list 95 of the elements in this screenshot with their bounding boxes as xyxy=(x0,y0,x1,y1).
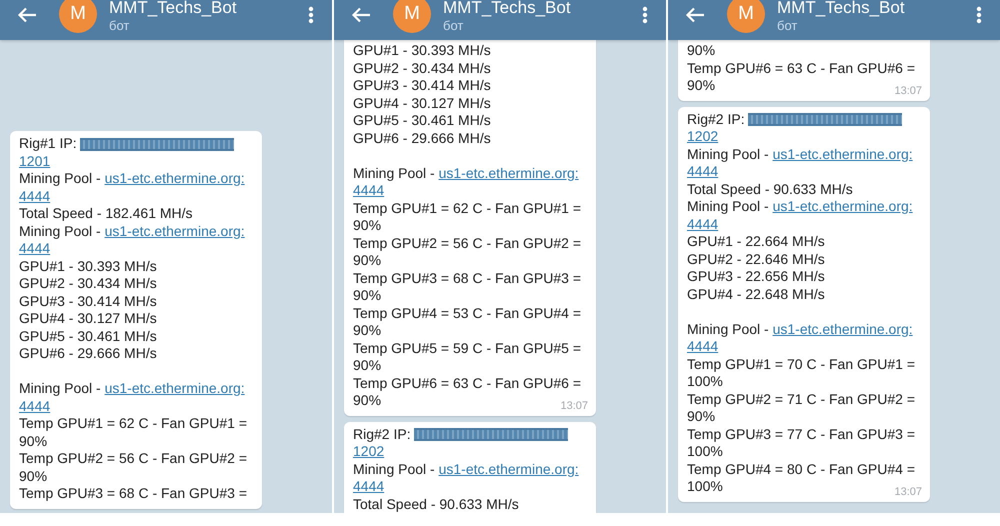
message-line: GPU#3 - 30.414 MH/s xyxy=(353,77,491,94)
message-line: 90% xyxy=(353,392,382,410)
message-line: GPU#2 - 22.646 MH/s xyxy=(687,250,825,268)
chat-title: MMT_Techs_Bot xyxy=(777,0,906,16)
message-line: Temp GPU#2 = 56 C - Fan GPU#2 = xyxy=(19,450,247,468)
message-line: Temp GPU#6 = 63 C - Fan GPU#6 = xyxy=(687,60,915,77)
message-line: 100% xyxy=(687,478,723,496)
chat-title: MMT_Techs_Bot xyxy=(443,0,572,16)
link[interactable]: us1-etc.ethermine.org: xyxy=(772,198,913,214)
message-line: Temp GPU#4 = 53 C - Fan GPU#4 = xyxy=(353,304,581,322)
message-line: 90% xyxy=(19,468,48,485)
message-line: 90% xyxy=(353,287,382,304)
message-line: 90% xyxy=(353,252,382,270)
message-line: 90% xyxy=(19,432,48,450)
link[interactable]: 1202 xyxy=(353,443,384,459)
message-line: GPU#1 - 30.393 MH/s xyxy=(19,258,157,275)
link[interactable]: us1-etc.ethermine.org: xyxy=(772,320,913,336)
message-line: 90% xyxy=(353,322,382,340)
message-line: Mining Pool - us1-etc.ethermine.org: xyxy=(19,380,245,398)
message-line: Temp GPU#4 = 80 C - Fan GPU#4 = xyxy=(687,460,915,478)
message-line: Temp GPU#3 = 68 C - Fan GPU#3 = xyxy=(19,485,247,502)
message-line: Mining Pool - us1-etc.ethermine.org: xyxy=(353,164,579,182)
avatar[interactable]: M xyxy=(59,0,97,33)
message-line: GPU#4 - 30.127 MH/s xyxy=(19,310,157,328)
link[interactable]: 4444 xyxy=(353,182,384,198)
message-line: Temp GPU#3 = 68 C - Fan GPU#3 = xyxy=(353,270,581,287)
message-line: GPU#5 - 30.461 MH/s xyxy=(19,328,157,345)
link[interactable]: 1202 xyxy=(687,128,718,144)
message-time: 13:07 xyxy=(560,400,588,412)
message-line: GPU#4 - 22.648 MH/s xyxy=(687,286,825,303)
message-time: 13:07 xyxy=(894,84,922,96)
message-line: Total Speed - 90.633 MH/s xyxy=(353,496,519,513)
message-line: Temp GPU#1 = 62 C - Fan GPU#1 = xyxy=(353,200,581,217)
message-line: GPU#3 - 30.414 MH/s xyxy=(19,292,157,310)
link[interactable]: us1-etc.ethermine.org: xyxy=(104,170,245,186)
chat-title: MMT_Techs_Bot xyxy=(109,0,238,16)
message-line: Mining Pool - us1-etc.ethermine.org: xyxy=(19,170,245,188)
message-line: Mining Pool - us1-etc.ethermine.org: xyxy=(687,198,913,216)
message-line: Temp GPU#2 = 71 C - Fan GPU#2 = xyxy=(687,390,915,408)
message-line: 90% xyxy=(353,357,382,374)
link[interactable]: 4444 xyxy=(19,240,50,256)
message-line: GPU#6 - 29.666 MH/s xyxy=(19,345,157,362)
message-line: Mining Pool - us1-etc.ethermine.org: xyxy=(353,460,579,478)
message-line: 90% xyxy=(687,42,716,60)
link[interactable]: 4444 xyxy=(19,398,50,414)
message-line: GPU#1 - 30.393 MH/s xyxy=(353,42,491,60)
message-line: GPU#6 - 29.666 MH/s xyxy=(353,130,491,147)
message-line: Temp GPU#1 = 70 C - Fan GPU#1 = xyxy=(687,356,915,373)
link[interactable]: us1-etc.ethermine.org: xyxy=(104,222,245,238)
message-line: GPU#2 - 30.434 MH/s xyxy=(19,275,157,292)
link[interactable]: 4444 xyxy=(687,216,718,232)
link[interactable]: 4444 xyxy=(19,188,50,204)
chat-subtitle: бот xyxy=(443,18,464,33)
link[interactable]: 4444 xyxy=(687,163,718,179)
back-icon[interactable] xyxy=(351,7,371,23)
link[interactable]: us1-etc.ethermine.org: xyxy=(772,146,913,162)
menu-icon[interactable] xyxy=(976,6,982,24)
message-line: Temp GPU#2 = 56 C - Fan GPU#2 = xyxy=(353,234,581,252)
avatar[interactable]: M xyxy=(393,0,431,33)
back-icon[interactable] xyxy=(17,7,37,23)
message-line: GPU#3 - 22.656 MH/s xyxy=(687,268,825,286)
message-line: Total Speed - 182.461 MH/s xyxy=(19,205,193,222)
message-line: Mining Pool - us1-etc.ethermine.org: xyxy=(19,222,245,240)
link[interactable]: us1-etc.ethermine.org: xyxy=(438,164,579,180)
message-line: 90% xyxy=(687,408,716,426)
message-line: Total Speed - 90.633 MH/s xyxy=(687,180,853,198)
message-line: 90% xyxy=(687,77,716,94)
message-line: Mining Pool - us1-etc.ethermine.org: xyxy=(687,146,913,163)
link[interactable]: 4444 xyxy=(687,338,718,354)
message-line: 100% xyxy=(687,443,723,460)
chat-subtitle: бот xyxy=(109,18,130,33)
message-line: 100% xyxy=(687,373,723,390)
link[interactable]: 1201 xyxy=(19,152,50,168)
link[interactable]: us1-etc.ethermine.org: xyxy=(438,460,579,476)
message-line: Temp GPU#6 = 63 C - Fan GPU#6 = xyxy=(353,374,581,392)
message-line: Temp GPU#5 = 59 C - Fan GPU#5 = xyxy=(353,340,581,357)
message-line: Rig#1 IP: xyxy=(19,135,234,152)
message-time: 13:07 xyxy=(894,486,922,498)
menu-icon[interactable] xyxy=(642,6,648,24)
message-line: Temp GPU#3 = 77 C - Fan GPU#3 = xyxy=(687,426,915,443)
message-line: 90% xyxy=(353,217,382,234)
message-line: Temp GPU#1 = 62 C - Fan GPU#1 = xyxy=(19,415,247,432)
menu-icon[interactable] xyxy=(308,6,314,24)
back-icon[interactable] xyxy=(685,7,705,23)
message-line: Rig#2 IP: xyxy=(687,110,902,128)
avatar[interactable]: M xyxy=(727,0,765,33)
link[interactable]: 4444 xyxy=(353,478,384,494)
link[interactable]: us1-etc.ethermine.org: xyxy=(104,380,245,396)
message-line: GPU#2 - 30.434 MH/s xyxy=(353,60,491,77)
message-line: Rig#2 IP: xyxy=(353,426,568,443)
message-line: Mining Pool - us1-etc.ethermine.org: xyxy=(687,320,913,338)
chat-subtitle: бот xyxy=(777,18,798,33)
message-line: GPU#4 - 30.127 MH/s xyxy=(353,94,491,112)
message-line: GPU#5 - 30.461 MH/s xyxy=(353,112,491,130)
message-line: GPU#1 - 22.664 MH/s xyxy=(687,233,825,250)
